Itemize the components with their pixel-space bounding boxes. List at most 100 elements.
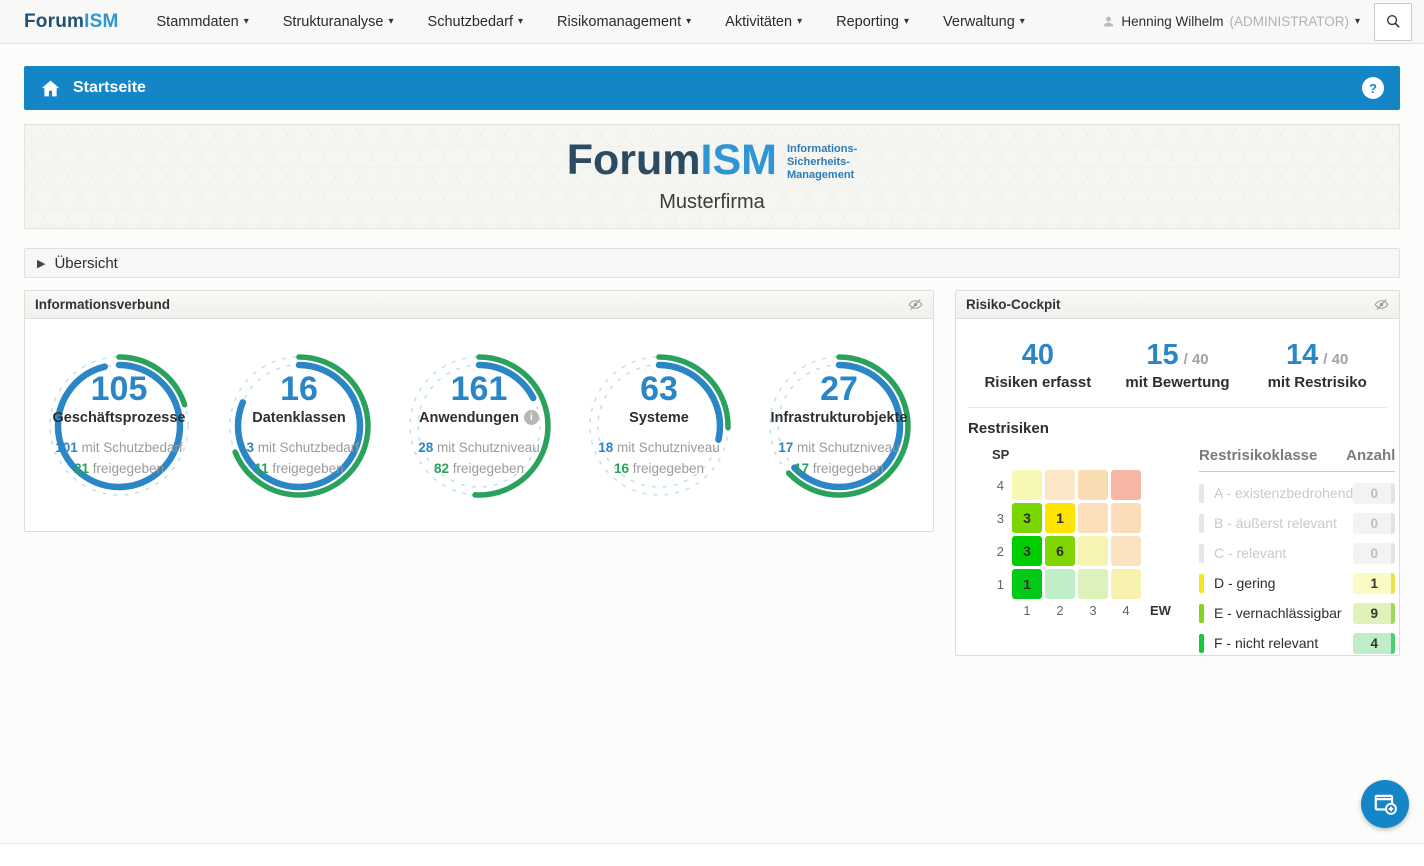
- class-label: F - nicht relevant: [1214, 635, 1353, 651]
- kpi-label: Infrastrukturobjekte: [771, 410, 908, 426]
- kpi-value: 105: [91, 372, 148, 408]
- banner-tagline: Informations- Sicherheits- Management: [787, 143, 857, 183]
- class-pill-edge: [1391, 513, 1395, 534]
- class-row-e[interactable]: E - vernachlässigbar9: [1199, 598, 1395, 628]
- stat-label: mit Bewertung: [1108, 374, 1248, 391]
- app-logo-part1: Forum: [24, 11, 84, 32]
- matrix-col-label: 1: [1012, 603, 1042, 618]
- overview-toggle[interactable]: ▶ Übersicht: [24, 248, 1400, 278]
- matrix-cell-sp3-ew2[interactable]: 1: [1045, 503, 1075, 533]
- tagline-line-1: Informations-: [787, 143, 857, 156]
- page-title: Startseite: [73, 79, 146, 97]
- matrix-row-label: 4: [986, 478, 1004, 493]
- infoverbund-panel-header: Informationsverbund: [25, 291, 933, 319]
- chevron-down-icon: ▾: [686, 16, 691, 27]
- risk-matrix: SP 4331236111234EW: [986, 447, 1171, 658]
- kpi-line2: 11 freigegeben: [254, 459, 343, 479]
- kpi-circle-infrastrukturobjekte[interactable]: 27Infrastrukturobjekte17 mit Schutznivea…: [750, 337, 928, 515]
- kpi-text: 161Anwendungeni28 mit Schutzniveau82 fre…: [390, 337, 568, 515]
- matrix-x-axis-label: EW: [1150, 603, 1171, 618]
- help-button[interactable]: ?: [1362, 77, 1384, 99]
- kpi-text: 16Datenklassen13 mit Schutzbedarf11 frei…: [210, 337, 388, 515]
- stat-mit-bewertung: 15/ 40mit Bewertung: [1108, 341, 1248, 391]
- class-row-a: A - existenzbedrohend0: [1199, 478, 1395, 508]
- class-count: 0: [1371, 516, 1379, 531]
- top-navbar: ForumISM Stammdaten▾ Strukturanalyse▾ Schu…: [0, 0, 1424, 44]
- nav-item-label: Schutzbedarf: [428, 14, 513, 30]
- restrisiken-title: Restrisiken: [968, 420, 1387, 437]
- home-icon[interactable]: [40, 78, 61, 99]
- new-window-fab[interactable]: [1361, 780, 1409, 828]
- divider: [968, 407, 1387, 408]
- matrix-row-sp4: 4: [986, 470, 1171, 500]
- nav-item-label: Risikomanagement: [557, 14, 681, 30]
- nav-item-stammdaten[interactable]: Stammdaten▾: [157, 14, 249, 30]
- matrix-cell-sp2-ew1[interactable]: 3: [1012, 536, 1042, 566]
- hide-panel-button[interactable]: [1374, 297, 1389, 312]
- class-pill-edge: [1391, 603, 1395, 624]
- nav-item-risikomanagement[interactable]: Risikomanagement ▾: [557, 14, 691, 30]
- kpi-line1: 13 mit Schutzbedarf: [239, 438, 359, 458]
- class-row-f[interactable]: F - nicht relevant 4: [1199, 628, 1395, 658]
- class-count: 0: [1371, 546, 1379, 561]
- class-pill-edge: [1391, 633, 1395, 654]
- eye-slash-icon: [1374, 297, 1389, 312]
- classes-rows: A - existenzbedrohend0B - äußerst releva…: [1199, 478, 1395, 658]
- breadcrumb-bar: Startseite ?: [24, 66, 1400, 110]
- nav-item-strukturanalyse[interactable]: Strukturanalyse▾: [283, 14, 394, 30]
- matrix-cell-sp2-ew2[interactable]: 6: [1045, 536, 1075, 566]
- class-label: D - gering: [1214, 575, 1353, 591]
- tagline-line-3: Management: [787, 169, 857, 182]
- nav-menus: Stammdaten▾ Strukturanalyse▾ Schutzbedarf ▾…: [157, 14, 1025, 30]
- chevron-down-icon: ▾: [518, 16, 523, 27]
- stat-risiken-erfasst: 40Risiken erfasst: [968, 341, 1108, 391]
- banner-logo-part2: ISM: [701, 136, 777, 184]
- kpi-label: Geschäftsprozesse: [53, 410, 186, 426]
- hide-panel-button[interactable]: [908, 297, 923, 312]
- nav-item-aktivitaeten[interactable]: Aktivitäten▾: [725, 14, 802, 30]
- class-count-pill: 4: [1353, 633, 1395, 654]
- kpi-circle-anwendungen[interactable]: 161Anwendungeni28 mit Schutzniveau82 fre…: [390, 337, 568, 515]
- chevron-down-icon: ▾: [797, 16, 802, 27]
- nav-item-reporting[interactable]: Reporting▾: [836, 14, 909, 30]
- nav-item-verwaltung[interactable]: Verwaltung▾: [943, 14, 1025, 30]
- kpi-circle-geschaeftsprozesse[interactable]: 105 Geschäftsprozesse 101 mit Schutzbedarf…: [30, 337, 208, 515]
- chevron-down-icon: ▾: [1020, 16, 1025, 27]
- kpi-text: 27Infrastrukturobjekte17 mit Schutznivea…: [750, 337, 928, 515]
- kpi-line2: 17 freigegeben: [794, 459, 884, 479]
- search-icon: [1385, 13, 1402, 30]
- matrix-cell-sp3-ew1[interactable]: 3: [1012, 503, 1042, 533]
- class-color-bar: [1199, 604, 1204, 623]
- stat-suffix: / 40: [1184, 351, 1209, 368]
- banner-logo: ForumISM: [567, 139, 777, 182]
- info-icon[interactable]: i: [524, 410, 539, 425]
- user-name: Henning Wilhelm: [1121, 14, 1223, 29]
- matrix-row-sp1: 11: [986, 569, 1171, 599]
- infoverbund-panel-title: Informationsverbund: [35, 297, 170, 312]
- kpi-value: 161: [451, 372, 508, 408]
- kpi-circle-datenklassen[interactable]: 16Datenklassen13 mit Schutzbedarf11 frei…: [210, 337, 388, 515]
- app-logo[interactable]: ForumISM: [24, 11, 119, 33]
- chevron-down-icon: ▾: [904, 16, 909, 27]
- kpi-circle-systeme[interactable]: 63Systeme18 mit Schutzniveau16 freigegeb…: [570, 337, 748, 515]
- classes-header: Restrisikoklasse Anzahl: [1199, 447, 1395, 472]
- class-pill-edge: [1391, 483, 1395, 504]
- class-count-pill: 9: [1353, 603, 1395, 624]
- matrix-cell-sp1-ew1[interactable]: 1: [1012, 569, 1042, 599]
- class-count-pill: 0: [1353, 543, 1395, 564]
- nav-item-schutzbedarf[interactable]: Schutzbedarf ▾: [428, 14, 523, 30]
- kpi-value: 16: [280, 372, 318, 408]
- user-icon: [1102, 15, 1115, 28]
- class-row-d[interactable]: D - gering1: [1199, 568, 1395, 598]
- kpi-line2: 82 freigegeben: [434, 459, 524, 479]
- user-menu[interactable]: Henning Wilhelm (ADMINISTRATOR) ▾: [1102, 14, 1360, 29]
- stat-label: mit Restrisiko: [1247, 374, 1387, 391]
- class-count: 4: [1371, 636, 1379, 651]
- risk-cockpit-panel: Risiko-Cockpit 40Risiken erfasst15/ 40mi…: [955, 290, 1400, 656]
- risk-classes-table: Restrisikoklasse Anzahl A - existenzbedr…: [1199, 447, 1395, 658]
- matrix-cell-sp3-ew3: [1078, 503, 1108, 533]
- kpi-line2: 21 freigegeben: [74, 459, 164, 479]
- matrix-grid: 4331236111234EW: [986, 470, 1171, 618]
- kpi-line1: 101 mit Schutzbedarf: [55, 438, 183, 458]
- search-button[interactable]: [1374, 3, 1412, 41]
